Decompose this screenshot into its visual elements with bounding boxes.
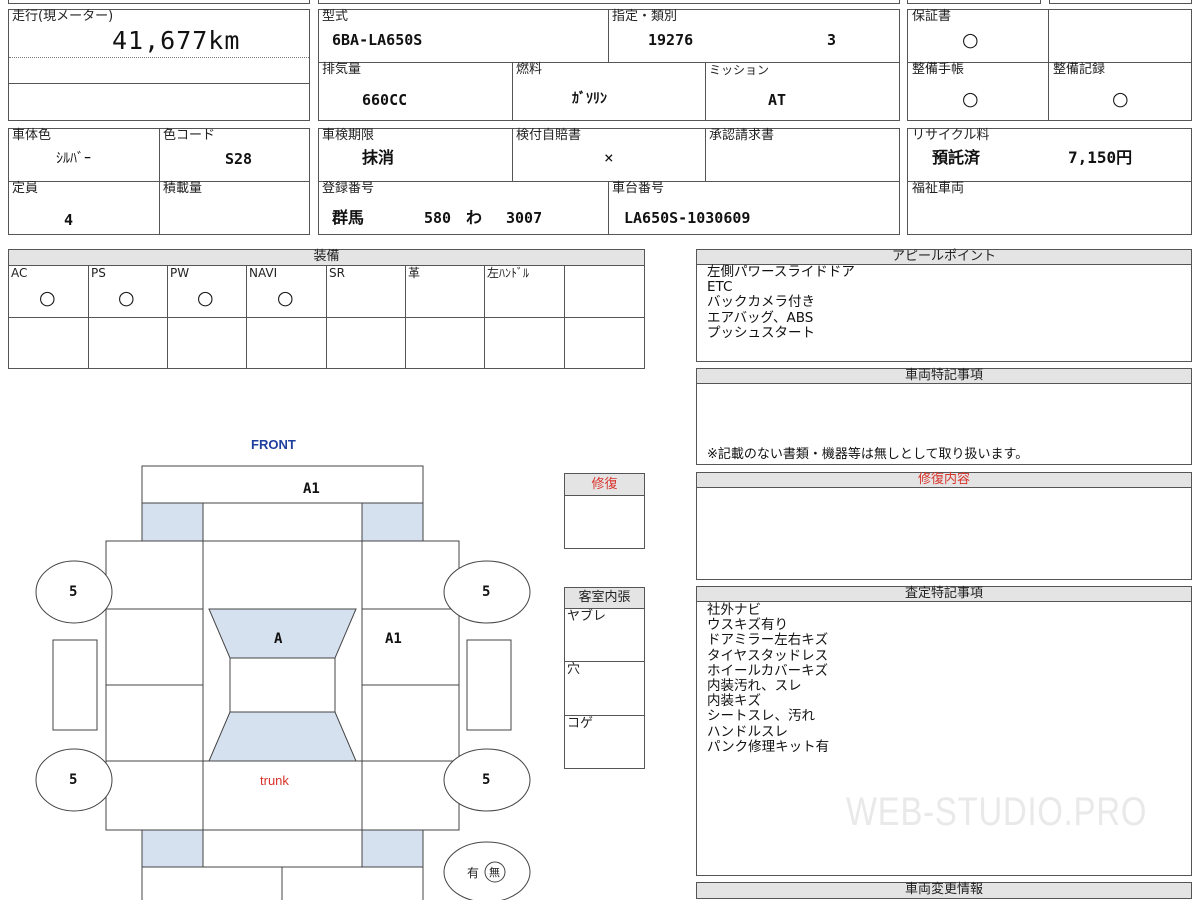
special-notes-header: 車両特記事項 bbox=[696, 368, 1192, 384]
inspection-notes-text: 社外ナビ ウスキズ有り ドアミラー左右キズ タイヤスタッドレス ホイールカバーキ… bbox=[707, 602, 830, 755]
repair-box bbox=[564, 495, 645, 549]
tire-front-right-grade: 5 bbox=[482, 584, 491, 600]
top-strip-cell-3 bbox=[907, 0, 1041, 4]
insurance-value: × bbox=[604, 148, 614, 167]
rear-bumper-left-panel bbox=[141, 866, 283, 900]
interior-box bbox=[564, 608, 645, 769]
front-bumper-panel bbox=[141, 465, 424, 504]
interior-row-hole: 穴 bbox=[567, 662, 581, 677]
roof-panel bbox=[229, 657, 336, 713]
tire-rear-left-grade: 5 bbox=[69, 772, 78, 788]
presence-label: 有 bbox=[467, 866, 480, 880]
fender-front-left-panel bbox=[141, 502, 204, 542]
rear-center-panel bbox=[202, 829, 363, 868]
designation-class: 3 bbox=[827, 31, 837, 49]
watermark: WEB-STUDIO.PRO bbox=[846, 790, 1148, 834]
top-strip-cell-4 bbox=[1049, 0, 1192, 4]
inspection-notes-header: 査定特記事項 bbox=[696, 586, 1192, 602]
welfare-label: 福祉車両 bbox=[912, 181, 965, 196]
hood-front-panel bbox=[202, 502, 363, 542]
front-label: FRONT bbox=[251, 437, 296, 452]
warranty-label: 保証書 bbox=[912, 9, 952, 24]
recycle-amount: 7,150円 bbox=[1068, 148, 1133, 167]
equipment-v-divider bbox=[564, 266, 565, 368]
tire-front-left-grade: 5 bbox=[69, 584, 78, 600]
mirror-right bbox=[466, 639, 512, 731]
rear-window-panel bbox=[208, 711, 357, 762]
hood-grade: A bbox=[274, 631, 283, 647]
appeal-text: 左側パワースライドドア ETC バックカメラ付き エアバッグ、ABS プッシュス… bbox=[707, 264, 855, 341]
recycle-label: リサイクル料 bbox=[912, 128, 990, 143]
interior-row-tear: ヤブレ bbox=[567, 609, 607, 624]
repair-content-header: 修復内容 bbox=[696, 472, 1192, 488]
absence-label: 無 bbox=[489, 866, 500, 879]
transmission-value: AT bbox=[768, 91, 787, 109]
fuel-value: ｶﾞｿﾘﾝ bbox=[572, 91, 607, 107]
registration-v-divider-2 bbox=[705, 129, 706, 181]
rear-bumper-right-panel bbox=[281, 866, 424, 900]
spec-v-divider-3 bbox=[705, 63, 706, 120]
registration-v-divider-3 bbox=[608, 182, 609, 234]
approval-request-label: 承認請求書 bbox=[709, 128, 775, 143]
transmission-label: ミッション bbox=[709, 63, 770, 77]
repair-header: 修復 bbox=[564, 473, 645, 496]
tire-rear-right-grade: 5 bbox=[482, 772, 491, 788]
change-info-header: 車両変更情報 bbox=[696, 882, 1192, 899]
interior-header: 客室内張 bbox=[564, 587, 645, 609]
fender-rear-right-panel bbox=[361, 829, 424, 868]
chassis-value: LA650S-1030609 bbox=[624, 209, 751, 227]
maintenance-book-label: 整備手帳 bbox=[912, 62, 965, 77]
spec-v-divider-1 bbox=[608, 10, 609, 62]
repair-content-box bbox=[696, 487, 1192, 580]
trunk-label: trunk bbox=[260, 773, 289, 788]
chassis-label: 車台番号 bbox=[612, 181, 665, 196]
documents-v-divider bbox=[1048, 10, 1049, 120]
designation-label: 指定・類別 bbox=[612, 9, 678, 24]
fender-front-right-panel bbox=[361, 502, 424, 542]
appeal-header: アピールポイント bbox=[696, 249, 1192, 265]
maintenance-record-value: ○ bbox=[1112, 88, 1129, 110]
maintenance-record-label: 整備記録 bbox=[1053, 62, 1106, 77]
mirror-left bbox=[52, 639, 98, 731]
recycle-status: 預託済 bbox=[932, 148, 981, 167]
fender-rear-left-panel bbox=[141, 829, 204, 868]
special-notes-text: ※記載のない書類・機器等は無しとして取り扱います。 bbox=[707, 447, 1029, 462]
front-bumper-grade: A1 bbox=[303, 481, 320, 497]
designation-number: 19276 bbox=[648, 31, 694, 49]
windshield-panel bbox=[208, 608, 357, 659]
warranty-value: ○ bbox=[962, 29, 979, 51]
maintenance-book-value: ○ bbox=[962, 88, 979, 110]
interior-row-burn: コゲ bbox=[567, 716, 594, 731]
right-front-door-grade: A1 bbox=[385, 631, 402, 647]
